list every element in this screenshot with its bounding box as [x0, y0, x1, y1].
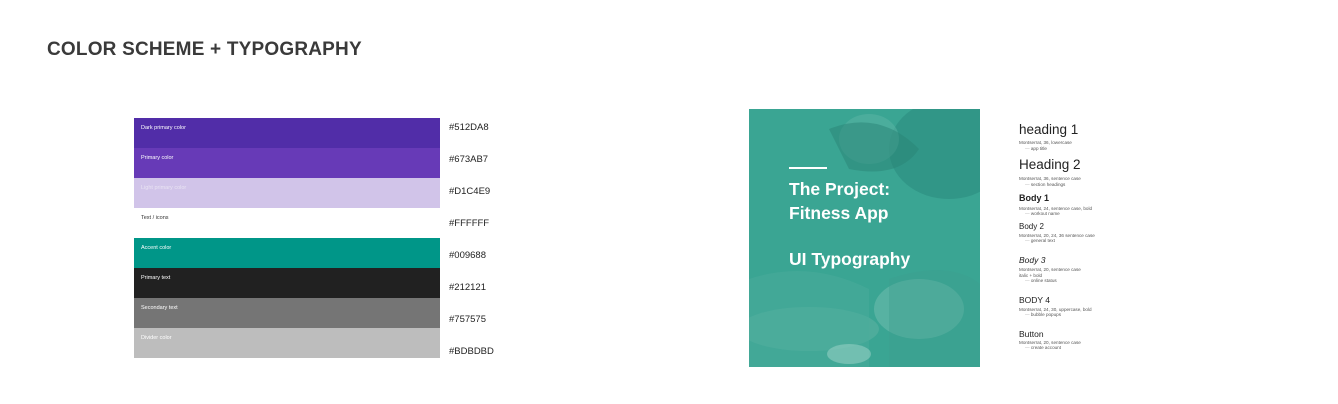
swatch-divider: Divider color: [134, 328, 440, 358]
project-hero-image: The Project: Fitness App UI Typography: [749, 109, 980, 367]
hex-code: #009688: [449, 250, 486, 261]
type-spec: Montserrat, 36, lowercase: [1019, 140, 1072, 145]
swatch-primary-text: Primary text: [134, 268, 440, 298]
swatch-label: Light primary color: [141, 185, 187, 191]
color-palette: Dark primary color Primary color Light p…: [134, 118, 440, 358]
swatch-label: Accent color: [141, 245, 172, 251]
page-title: COLOR SCHEME + TYPOGRAPHY: [47, 39, 362, 60]
hero-title-line: Fitness App: [789, 203, 889, 223]
type-spec: Montserrat, 36, sentence case: [1019, 176, 1081, 181]
swatch-text-icons: Text / icons: [134, 208, 440, 238]
type-usage: create account: [1025, 345, 1061, 350]
hex-code: #512DA8: [449, 122, 489, 133]
hero-title-line: The Project:: [789, 179, 891, 199]
hex-code: #673AB7: [449, 154, 489, 165]
hero-accent-line: [789, 167, 827, 169]
swatch-secondary-text: Secondary text: [134, 298, 440, 328]
hex-code: #BDBDBD: [449, 346, 494, 357]
hex-code: #D1C4E9: [449, 186, 491, 197]
hex-code: #757575: [449, 314, 486, 325]
swatch-label: Text / icons: [141, 215, 169, 221]
type-usage: section headings: [1025, 182, 1065, 187]
hex-code: #FFFFFF: [449, 218, 490, 229]
hero-subtitle: UI Typography: [789, 249, 911, 269]
type-usage: bubble popups: [1025, 312, 1061, 317]
type-sample-body-3: Body 3: [1019, 255, 1046, 265]
type-sample-body-4: BODY 4: [1019, 295, 1051, 305]
swatch-label: Secondary text: [141, 305, 178, 311]
type-usage: general text: [1025, 238, 1055, 243]
type-usage: app title: [1025, 146, 1047, 151]
swatch-dark-primary: Dark primary color: [134, 118, 440, 148]
type-sample-body-2: Body 2: [1019, 222, 1044, 231]
swatch-light-primary: Light primary color: [134, 178, 440, 208]
swatch-label: Divider color: [141, 335, 172, 341]
type-sample-button: Button: [1019, 329, 1044, 339]
swatch-primary: Primary color: [134, 148, 440, 178]
swatch-label: Dark primary color: [141, 125, 186, 131]
swatch-label: Primary text: [141, 275, 171, 281]
type-sample-heading-2: Heading 2: [1019, 157, 1081, 172]
type-usage: online status: [1025, 278, 1057, 283]
hero-photo-illustration: [749, 109, 980, 367]
swatch-label: Primary color: [141, 155, 174, 161]
hex-code: #212121: [449, 282, 486, 293]
type-usage: workout name: [1025, 211, 1060, 216]
swatch-accent: Accent color: [134, 238, 440, 268]
type-sample-heading-1: heading 1: [1019, 122, 1079, 137]
type-spec: Montserrat, 20, sentence case: [1019, 267, 1081, 272]
type-sample-body-1: Body 1: [1019, 193, 1050, 203]
